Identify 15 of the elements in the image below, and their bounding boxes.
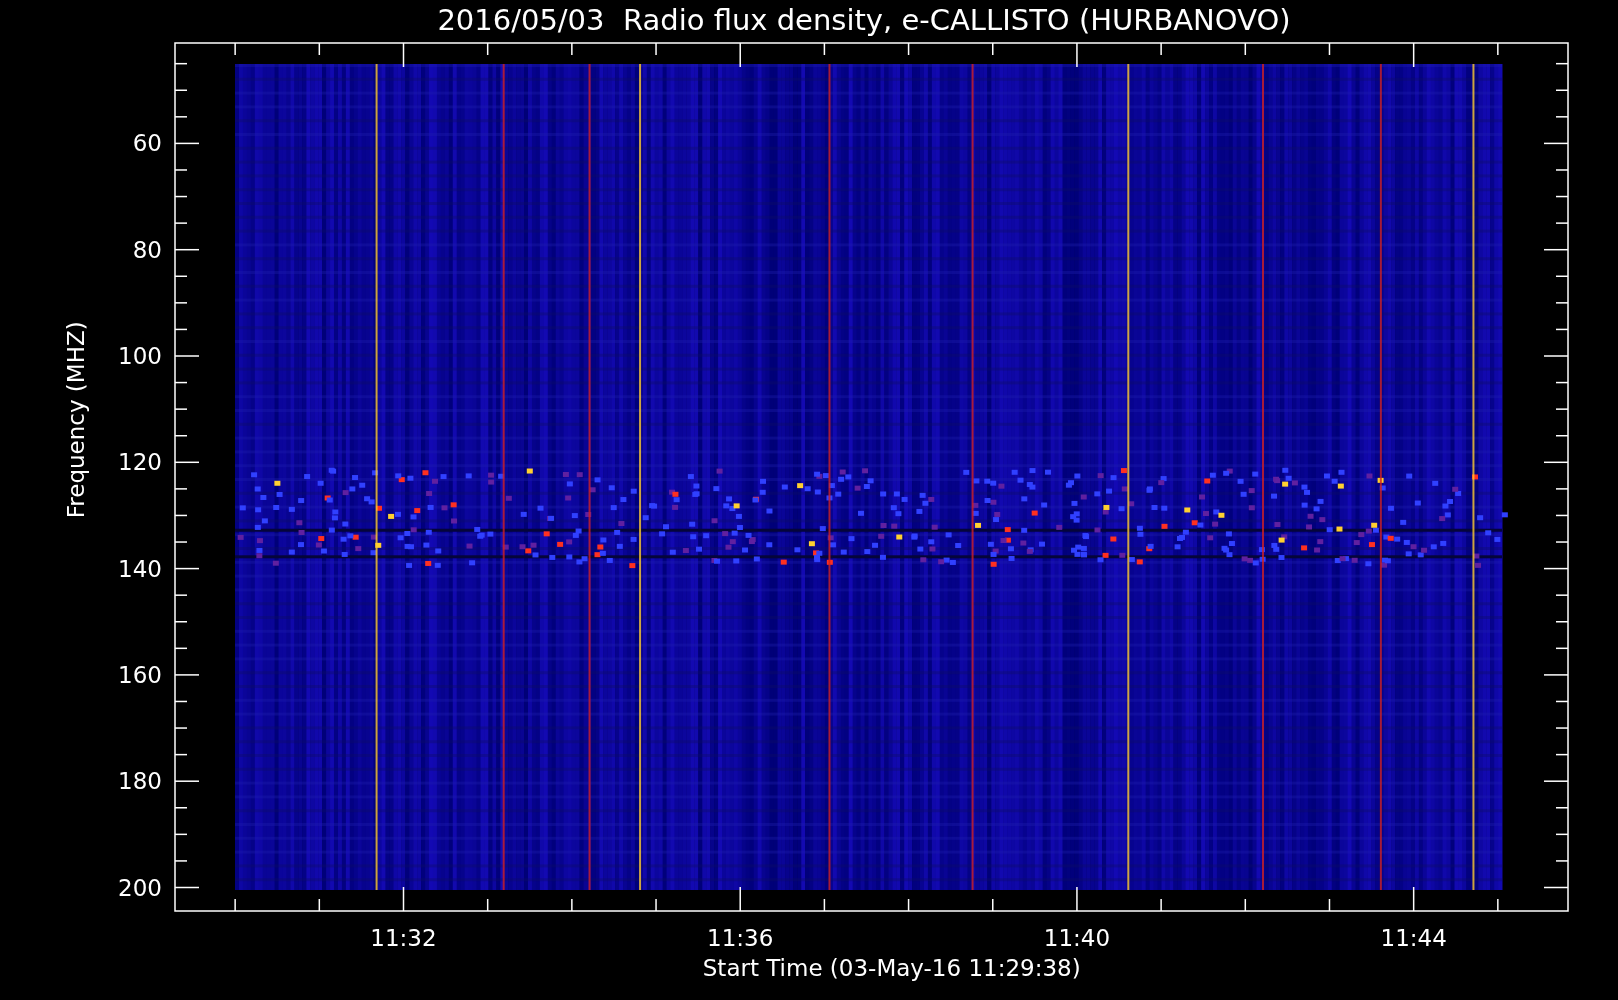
tick-label: 11:40 [1043,925,1111,951]
tick-label: 60 [132,130,162,157]
plot-title: 2016/05/03 Radio flux density, e-CALLISTO (HURBANOVO) [437,3,1291,37]
tick-label: 140 [118,555,162,582]
tick-label: 200 [118,874,162,901]
axis-label: Start Time (03-May-16 11:29:38) [702,955,1081,981]
tick-label: 100 [118,343,162,369]
tick-label: 11:36 [707,925,774,951]
tick-label: 180 [118,768,162,795]
tick-label: 80 [132,236,162,263]
tick-label: 160 [118,661,162,688]
tick-label: 120 [118,449,162,476]
tick-label: 11:32 [370,925,437,951]
axis-label: Frequency (MHZ) [63,321,89,519]
tick-label: 11:44 [1380,925,1447,951]
